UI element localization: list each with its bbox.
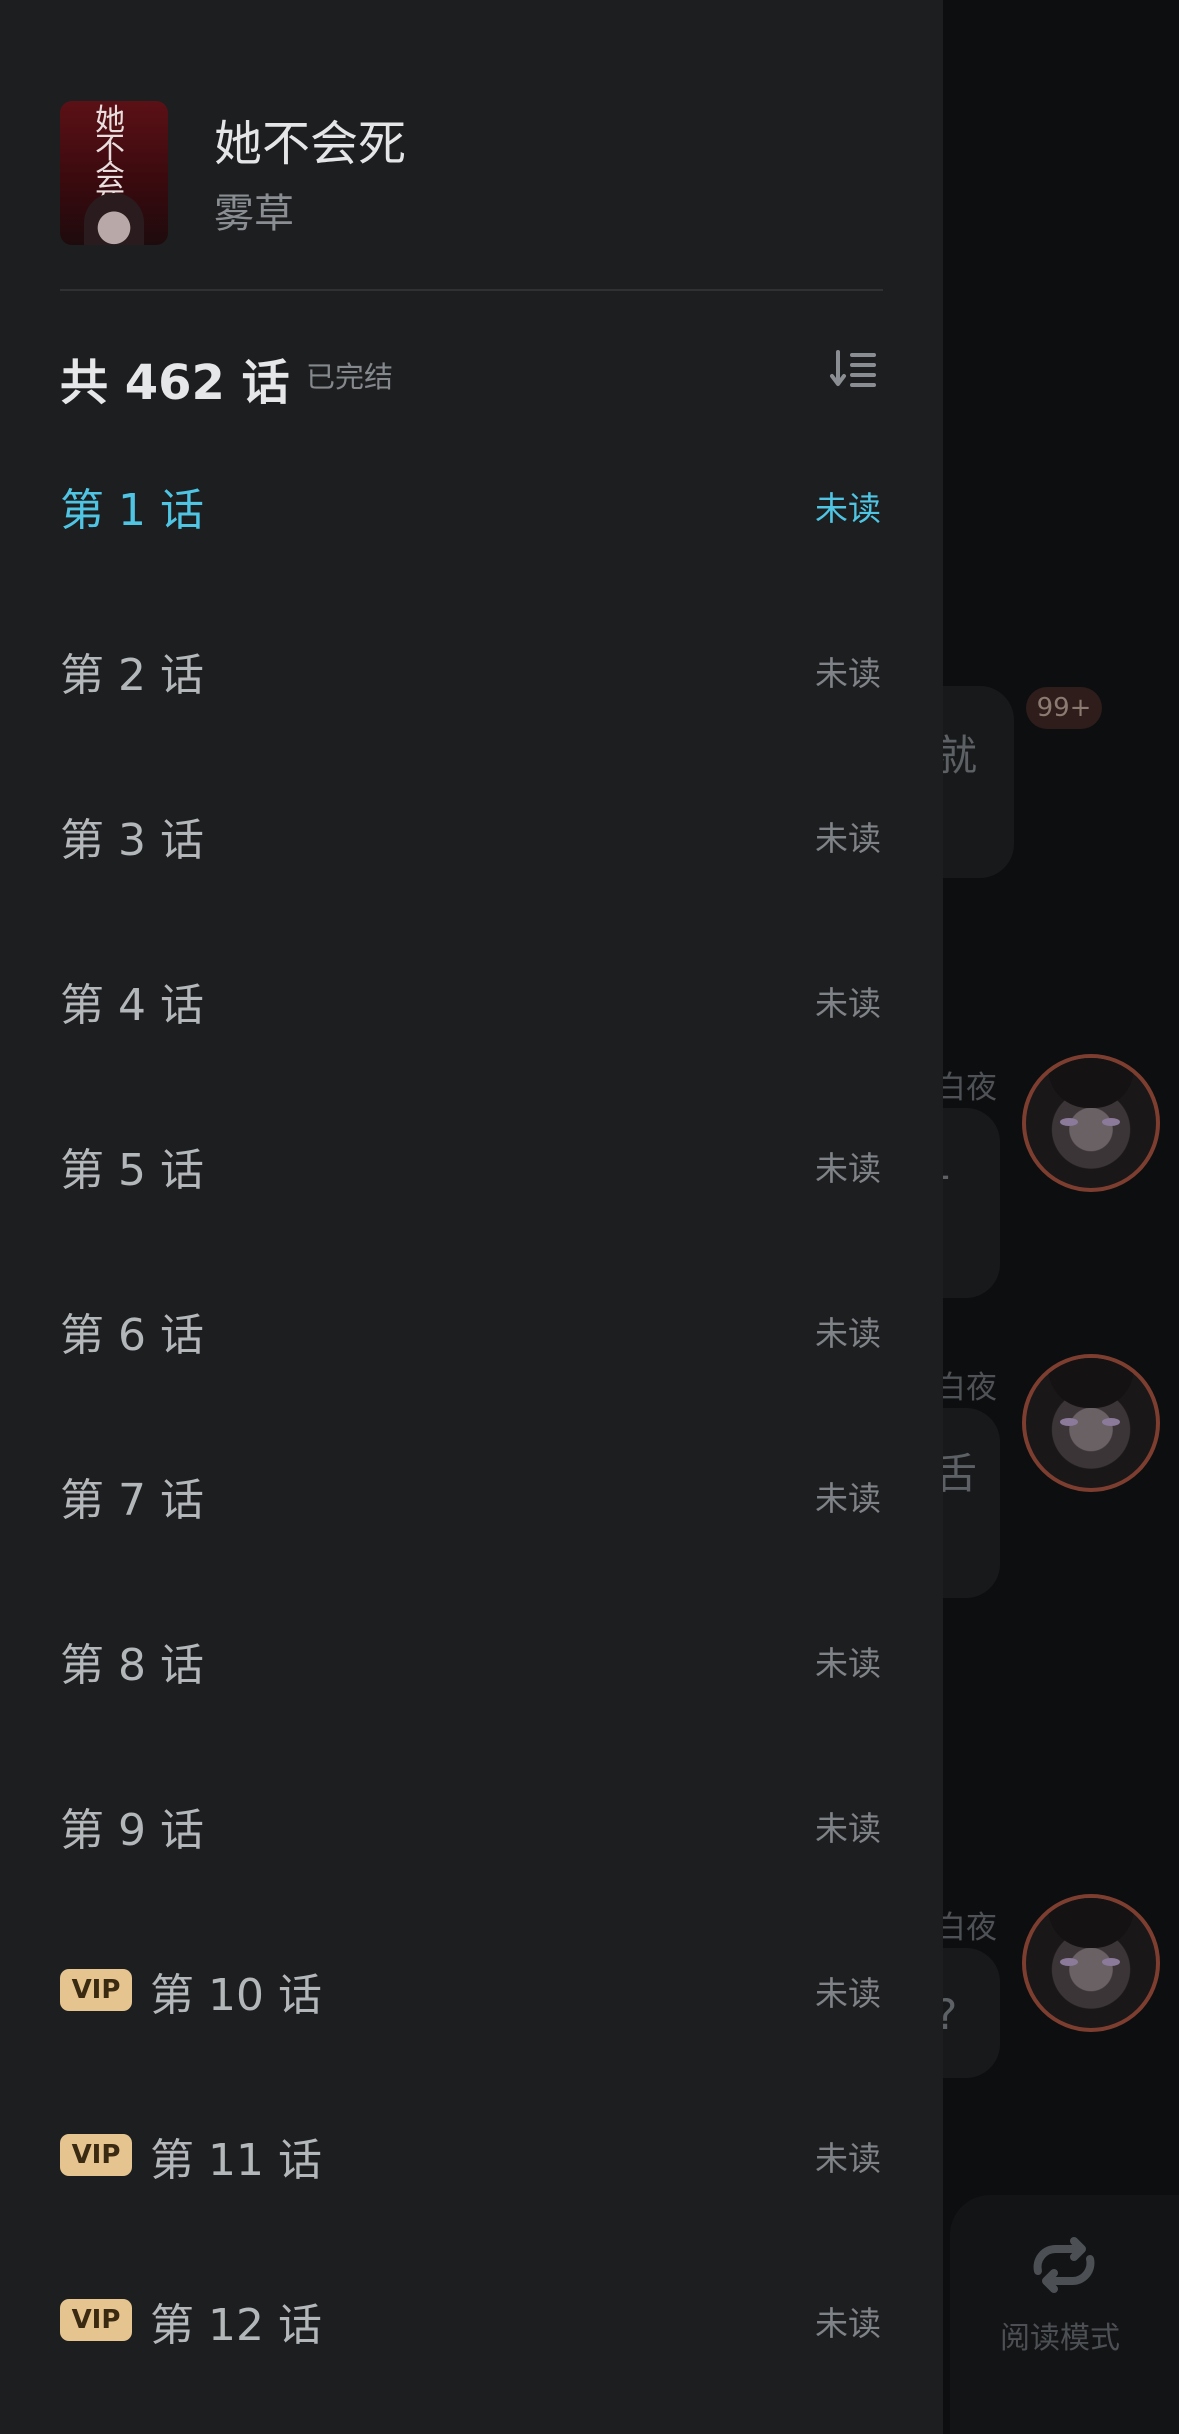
completion-status: 已完结 bbox=[306, 360, 394, 394]
chapter-read-state: 未读 bbox=[815, 654, 881, 693]
chapter-count: 共 462 话 bbox=[60, 355, 290, 411]
chapter-row[interactable]: 第 1 话 未读 bbox=[0, 420, 943, 585]
unread-count-badge: 99+ bbox=[1026, 687, 1102, 729]
read-mode-label: 阅读模式 bbox=[1000, 2321, 1120, 2356]
chapter-title: 第 8 话 bbox=[60, 1640, 204, 1691]
chapter-row[interactable]: 第 7 话 未读 bbox=[0, 1410, 943, 1575]
book-author: 雾草 bbox=[214, 191, 294, 237]
speaker-name: 白夜 bbox=[935, 1070, 997, 1106]
chapter-title: 第 7 话 bbox=[60, 1475, 204, 1526]
chapter-title: 第 6 话 bbox=[60, 1310, 204, 1361]
chapter-row[interactable]: VIP 第 12 话 未读 bbox=[0, 2235, 943, 2400]
chapter-read-state: 未读 bbox=[815, 1149, 881, 1188]
chapter-read-state: 未读 bbox=[815, 1809, 881, 1848]
speaker-name: 白夜 bbox=[935, 1910, 997, 1946]
chapter-row[interactable]: 第 2 话 未读 bbox=[0, 585, 943, 750]
avatar-eye bbox=[1060, 1958, 1078, 1966]
chapter-row[interactable]: 第 3 话 未读 bbox=[0, 750, 943, 915]
chapter-title: 第 1 话 bbox=[60, 485, 204, 536]
speaker-name: 白夜 bbox=[935, 1370, 997, 1406]
chapter-read-state: 未读 bbox=[815, 819, 881, 858]
chapter-row[interactable]: VIP 第 11 话 未读 bbox=[0, 2070, 943, 2235]
avatar-eye bbox=[1060, 1418, 1078, 1426]
chapter-row[interactable]: 第 4 话 未读 bbox=[0, 915, 943, 1080]
chapter-title: 第 2 话 bbox=[60, 650, 204, 701]
divider bbox=[60, 289, 883, 291]
chapter-title: 第 4 话 bbox=[60, 980, 204, 1031]
avatar-eye bbox=[1102, 1958, 1120, 1966]
avatar[interactable] bbox=[1022, 1354, 1160, 1492]
chapter-read-state: 未读 bbox=[815, 1644, 881, 1683]
read-mode-loop-icon bbox=[1033, 2237, 1095, 2293]
chapter-title: 第 12 话 bbox=[150, 2300, 322, 2351]
chapter-read-state: 未读 bbox=[815, 1479, 881, 1518]
vip-badge: VIP bbox=[60, 2299, 132, 2341]
chapter-drawer: 她不会死 她不会死 雾草 共 462 话 已完结 第 1 话未读第 2 话未读第… bbox=[0, 0, 943, 2434]
avatar-eye bbox=[1102, 1418, 1120, 1426]
chapter-row[interactable]: VIP 第 10 话 未读 bbox=[0, 1905, 943, 2070]
read-mode-button[interactable]: 阅读模式 bbox=[950, 2195, 1179, 2434]
chapter-row[interactable]: 第 5 话 未读 bbox=[0, 1080, 943, 1245]
chapter-read-state: 未读 bbox=[815, 2139, 881, 2178]
avatar[interactable] bbox=[1022, 1054, 1160, 1192]
cover-character-image bbox=[84, 193, 144, 245]
vip-badge: VIP bbox=[60, 1969, 132, 2011]
chapter-title: 第 3 话 bbox=[60, 815, 204, 866]
book-title: 她不会死 bbox=[214, 116, 407, 172]
avatar[interactable] bbox=[1022, 1894, 1160, 2032]
chapter-title: 第 5 话 bbox=[60, 1145, 204, 1196]
chapter-read-state: 未读 bbox=[815, 984, 881, 1023]
chapter-read-state: 未读 bbox=[815, 2304, 881, 2343]
chapter-read-state: 未读 bbox=[815, 1974, 881, 2013]
chapter-row[interactable]: 第 9 话 未读 bbox=[0, 1740, 943, 1905]
chapter-read-state: 未读 bbox=[815, 489, 881, 528]
chapter-title: 第 11 话 bbox=[150, 2135, 322, 2186]
screen: 就 99+ 白夜 - 白夜 舌 白夜 ? 阅读模式 bbox=[0, 0, 1179, 2434]
chapter-read-state: 未读 bbox=[815, 1314, 881, 1353]
avatar-eye bbox=[1060, 1118, 1078, 1126]
avatar-eye bbox=[1102, 1118, 1120, 1126]
chapter-title: 第 9 话 bbox=[60, 1805, 204, 1856]
vip-badge: VIP bbox=[60, 2134, 132, 2176]
book-cover[interactable]: 她不会死 bbox=[60, 101, 168, 245]
sort-order-icon[interactable] bbox=[830, 348, 880, 390]
chapter-row[interactable]: 第 6 话 未读 bbox=[0, 1245, 943, 1410]
chapter-title: 第 10 话 bbox=[150, 1970, 322, 2021]
chapter-row[interactable]: 第 8 话 未读 bbox=[0, 1575, 943, 1740]
